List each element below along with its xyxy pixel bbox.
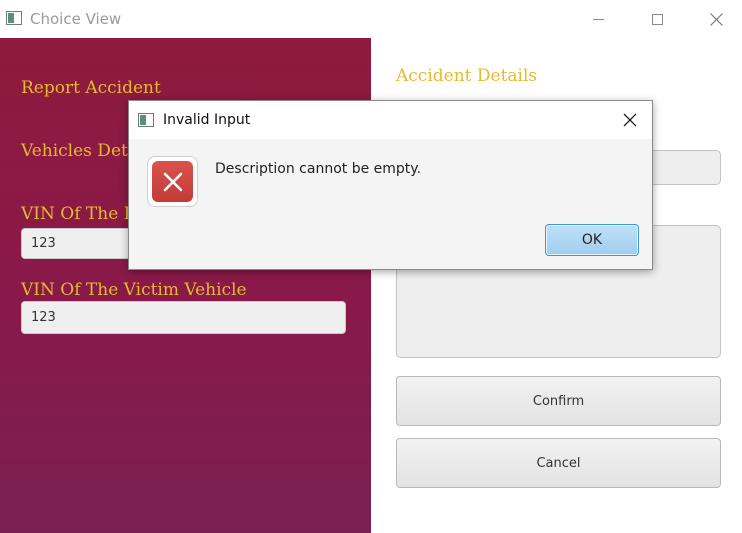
dialog-titlebar: Invalid Input bbox=[129, 101, 652, 139]
maximize-icon bbox=[651, 13, 663, 25]
app-icon bbox=[6, 11, 22, 25]
cancel-button[interactable]: Cancel bbox=[396, 438, 721, 488]
window-close-button[interactable] bbox=[693, 0, 739, 38]
maximize-button[interactable] bbox=[634, 0, 680, 38]
vehicles-details-heading: Vehicles Deta bbox=[21, 141, 138, 161]
window-titlebar: Choice View bbox=[0, 0, 742, 38]
ok-button[interactable]: OK bbox=[545, 224, 639, 256]
minimize-button[interactable] bbox=[575, 0, 621, 38]
invalid-input-dialog: Invalid Input Description cannot be empt… bbox=[128, 100, 653, 270]
error-icon bbox=[147, 156, 198, 207]
vin-victim-input[interactable]: 123 bbox=[21, 301, 346, 334]
confirm-button[interactable]: Confirm bbox=[396, 376, 721, 426]
dialog-app-icon bbox=[138, 113, 154, 127]
report-accident-heading: Report Accident bbox=[21, 78, 161, 98]
dialog-close-button[interactable] bbox=[617, 109, 643, 131]
dialog-message: Description cannot be empty. bbox=[215, 161, 422, 177]
minimize-icon bbox=[592, 18, 604, 20]
vin-victim-label: VIN Of The Victim Vehicle bbox=[21, 280, 247, 300]
close-icon bbox=[623, 113, 637, 127]
close-icon bbox=[709, 12, 723, 26]
window-title: Choice View bbox=[30, 10, 122, 28]
accident-details-heading: Accident Details bbox=[396, 66, 538, 86]
dialog-title: Invalid Input bbox=[163, 112, 251, 128]
